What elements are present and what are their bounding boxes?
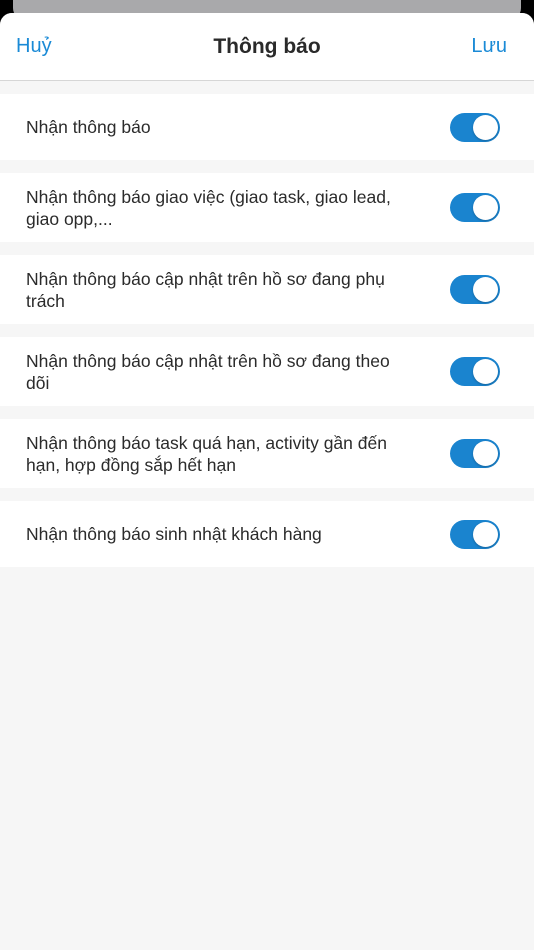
toggle-knob <box>473 195 498 220</box>
toggle-knob <box>473 277 498 302</box>
setting-row-birthdays: Nhận thông báo sinh nhật khách hàng <box>0 501 534 567</box>
setting-row-receive-notifications: Nhận thông báo <box>0 94 534 160</box>
birthday-notifications-toggle[interactable] <box>450 519 500 549</box>
settings-list: Nhận thông báo Nhận thông báo giao việc … <box>0 94 534 567</box>
page-title: Thông báo <box>213 35 321 58</box>
toggle-knob <box>473 441 498 466</box>
setting-row-owned-records: Nhận thông báo cập nhật trên hồ sơ đang … <box>0 255 534 324</box>
owned-records-toggle[interactable] <box>450 275 500 304</box>
notification-settings-sheet: Huỷ Thông báo Lưu Nhận thông báo Nhận th… <box>0 13 534 950</box>
setting-row-assignment: Nhận thông báo giao việc (giao task, gia… <box>0 173 534 242</box>
setting-row-followed-records: Nhận thông báo cập nhật trên hồ sơ đang … <box>0 337 534 406</box>
receive-notifications-toggle[interactable] <box>450 112 500 142</box>
cancel-button[interactable]: Huỷ <box>16 13 52 80</box>
followed-records-toggle[interactable] <box>450 357 500 386</box>
save-button[interactable]: Lưu <box>471 13 507 80</box>
assignment-notifications-toggle[interactable] <box>450 193 500 222</box>
setting-label: Nhận thông báo cập nhật trên hồ sơ đang … <box>26 350 390 393</box>
toggle-knob <box>473 521 498 547</box>
setting-label: Nhận thông báo sinh nhật khách hàng <box>26 524 322 544</box>
toggle-knob <box>473 359 498 384</box>
setting-row-deadlines: Nhận thông báo task quá hạn, activity gầ… <box>0 419 534 488</box>
setting-label: Nhận thông báo <box>26 117 151 137</box>
toggle-knob <box>473 114 498 140</box>
setting-label: Nhận thông báo task quá hạn, activity gầ… <box>26 432 387 475</box>
setting-label: Nhận thông báo cập nhật trên hồ sơ đang … <box>26 268 385 311</box>
setting-label: Nhận thông báo giao việc (giao task, gia… <box>26 186 391 229</box>
deadline-notifications-toggle[interactable] <box>450 439 500 468</box>
nav-header: Huỷ Thông báo Lưu <box>0 13 534 81</box>
